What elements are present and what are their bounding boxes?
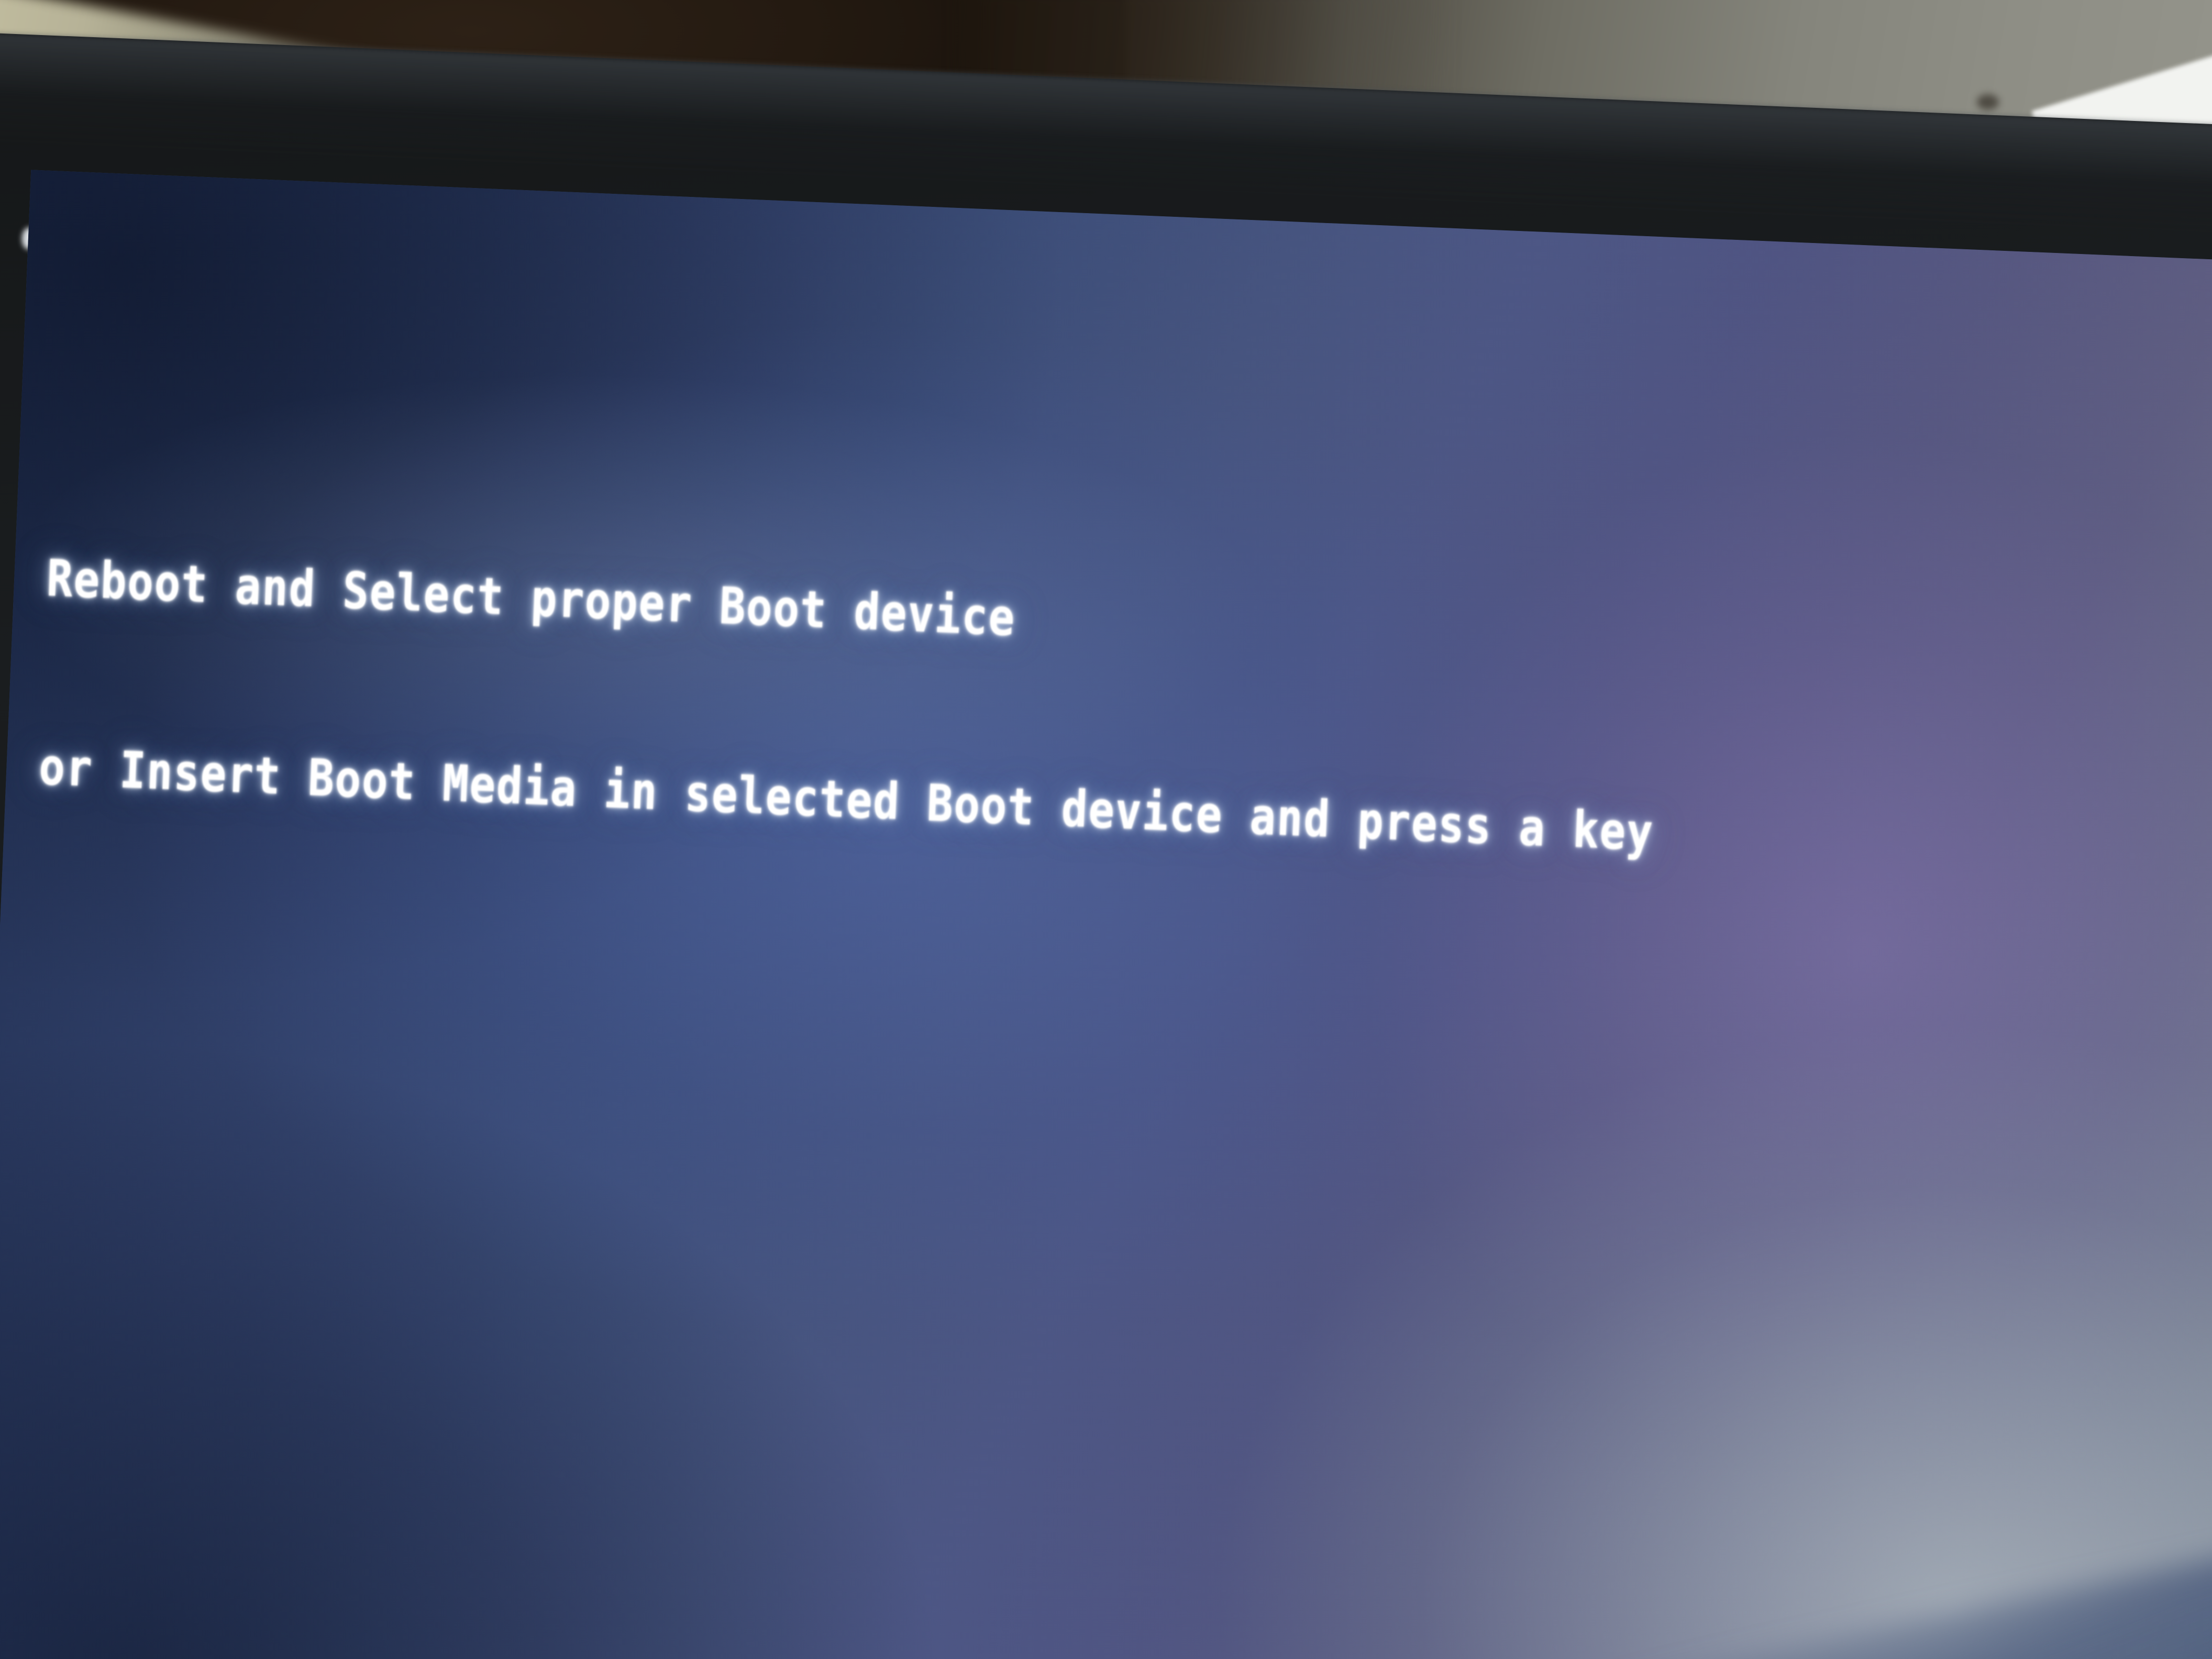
photograph-of-monitor: Reboot and Select proper Boot device or … (0, 0, 2212, 1659)
wall-blemish-icon (1977, 94, 1999, 110)
monitor: Reboot and Select proper Boot device or … (0, 31, 2212, 1659)
screen-photo-grain (0, 170, 2212, 1659)
monitor-screen: Reboot and Select proper Boot device or … (0, 170, 2212, 1659)
